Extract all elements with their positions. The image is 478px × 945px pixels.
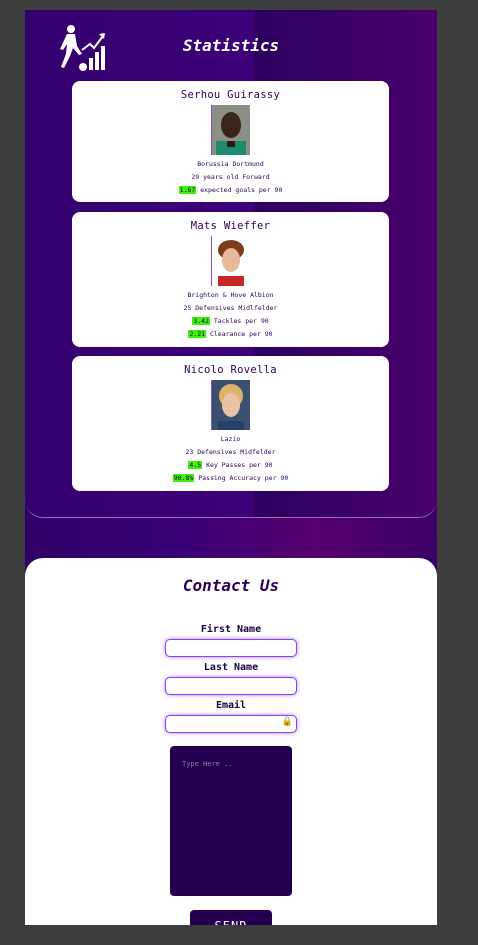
player-photo (211, 236, 250, 286)
player-name: Mats Wieffer (190, 220, 271, 232)
page: Statistics Serhou Guirassy Borussia Dort… (25, 10, 437, 925)
player-stat: 3.42 Tackles per 90 (72, 315, 389, 328)
email-field[interactable]: 🔒 (165, 715, 297, 733)
player-name: Nicolo Rovella (184, 364, 277, 376)
lock-icon[interactable]: 🔒 (282, 717, 293, 727)
player-card-rovella: Nicolo Rovella Lazio 23 Defensives Midfe… (72, 356, 389, 491)
player-card-wieffer: Mats Wieffer Brighton & Hove Albion 25 D… (72, 212, 389, 347)
stat-label: Tackles per 90 (213, 317, 269, 325)
first-name-label: First Name (200, 624, 262, 635)
player-club: Borussia Dortmund (197, 160, 264, 168)
stat-label: Clearance per 90 (209, 330, 273, 338)
player-card-guirassy: Serhou Guirassy Borussia Dortmund 29 yea… (72, 81, 389, 202)
stat-value: 1.67 (178, 186, 197, 194)
contact-title: Contact Us (182, 576, 280, 595)
player-stat: 2.21 Clearance per 90 (72, 328, 389, 341)
stat-label: Passing Accuracy per 90 (198, 474, 289, 482)
first-name-field[interactable] (165, 639, 297, 657)
last-name-field[interactable] (165, 677, 297, 695)
player-club: Brighton & Hove Albion (187, 291, 274, 299)
stat-value: 2.21 (188, 330, 207, 338)
contact-section: Contact Us First Name Last Name Email 🔒 … (25, 558, 437, 925)
player-name: Serhou Guirassy (180, 89, 281, 101)
message-textarea[interactable]: Type Here .. (170, 746, 292, 896)
player-info: 25 Defensives Midlfelder (183, 304, 278, 312)
email-label: Email (215, 700, 247, 711)
message-placeholder: Type Here .. (182, 760, 233, 768)
stat-value: 3.42 (192, 317, 210, 325)
player-photo (211, 380, 250, 430)
stat-value: 90.8% (172, 474, 195, 482)
statistics-section: Statistics Serhou Guirassy Borussia Dort… (25, 10, 437, 518)
stat-label: Key Passes per 90 (206, 461, 273, 469)
stat-value: 4.5 (188, 461, 203, 469)
statistics-title: Statistics (182, 36, 280, 55)
player-club: Lazio (220, 435, 241, 443)
player-stat: 90.8% Passing Accuracy per 90 (72, 472, 389, 485)
player-stat: 4.5 Key Passes per 90 (72, 459, 389, 472)
send-button[interactable]: SEND (190, 910, 272, 925)
last-name-label: Last Name (203, 662, 259, 673)
stat-label: expected goals per 90 (200, 186, 283, 194)
player-info: 23 Defensives Midfelder (185, 448, 276, 456)
player-photo (211, 105, 250, 155)
player-info: 29 years old Forward (191, 173, 270, 181)
player-stat: 1.67 expected goals per 90 (72, 184, 389, 197)
